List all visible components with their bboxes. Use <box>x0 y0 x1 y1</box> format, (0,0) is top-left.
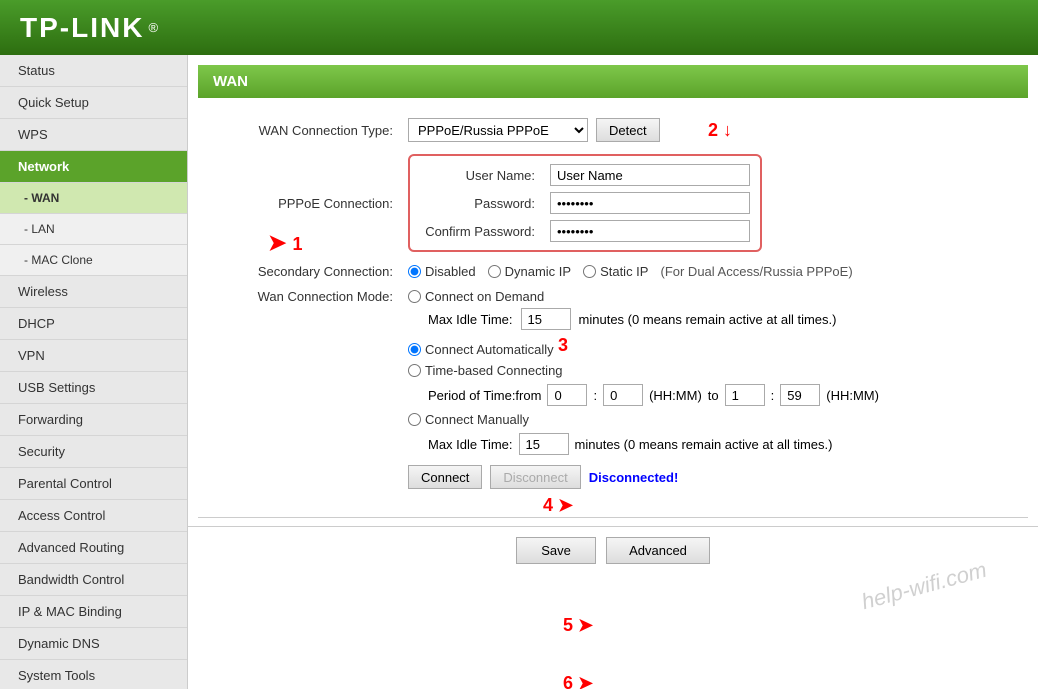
from-hh-input[interactable] <box>547 384 587 406</box>
sidebar-item-wireless[interactable]: Wireless <box>0 276 187 308</box>
connection-mode-options: Connect on Demand Max Idle Time: minutes… <box>408 289 879 489</box>
sidebar-item-security[interactable]: Security <box>0 436 187 468</box>
wan-connection-type-select[interactable]: PPPoE/Russia PPPoE <box>408 118 588 142</box>
from-mm-input[interactable] <box>603 384 643 406</box>
credentials-box: User Name: Password: Confirm Password: <box>408 154 762 252</box>
connect-disconnect-row: Connect Disconnect Disconnected! <box>408 465 879 489</box>
secondary-connection-label: Secondary Connection: <box>208 264 408 279</box>
layout: Status Quick Setup WPS Network - WAN - L… <box>0 55 1038 689</box>
connection-status: Disconnected! <box>589 470 679 485</box>
annotation-5: 5 ➤ <box>563 615 593 636</box>
username-row: User Name: <box>420 164 750 186</box>
sidebar-item-access-control[interactable]: Access Control <box>0 500 187 532</box>
sidebar-item-bandwidth-control[interactable]: Bandwidth Control <box>0 564 187 596</box>
sidebar-item-dhcp[interactable]: DHCP <box>0 308 187 340</box>
secondary-note: (For Dual Access/Russia PPPoE) <box>660 264 852 279</box>
secondary-connection-row: Secondary Connection: Disabled Dynamic I… <box>208 264 1018 279</box>
detect-button[interactable]: Detect <box>596 118 660 142</box>
max-idle-time-label-1: Max Idle Time: <box>428 312 513 327</box>
advanced-button[interactable]: Advanced <box>606 537 710 564</box>
secondary-static-ip-option[interactable]: Static IP <box>583 264 648 279</box>
sidebar-item-status[interactable]: Status <box>0 55 187 87</box>
sidebar-item-ip-mac-binding[interactable]: IP & MAC Binding <box>0 596 187 628</box>
sidebar-item-dynamic-dns[interactable]: Dynamic DNS <box>0 628 187 660</box>
wan-connection-mode-row: Wan Connection Mode: Connect on Demand M… <box>208 289 1018 489</box>
sidebar-item-forwarding[interactable]: Forwarding <box>0 404 187 436</box>
max-idle-time-input-1[interactable] <box>521 308 571 330</box>
sidebar-item-mac-clone[interactable]: - MAC Clone <box>0 245 187 276</box>
sidebar-item-advanced-routing[interactable]: Advanced Routing <box>0 532 187 564</box>
sidebar-item-lan[interactable]: - LAN <box>0 214 187 245</box>
to-hhmm-label: (HH:MM) <box>826 388 879 403</box>
sidebar-item-vpn[interactable]: VPN <box>0 340 187 372</box>
to-mm-input[interactable] <box>780 384 820 406</box>
password-input[interactable] <box>550 192 750 214</box>
bottom-bar: Save Advanced <box>188 526 1038 574</box>
sidebar: Status Quick Setup WPS Network - WAN - L… <box>0 55 188 689</box>
sidebar-item-parental-control[interactable]: Parental Control <box>0 468 187 500</box>
wan-connection-mode-label: Wan Connection Mode: <box>208 289 408 304</box>
connect-automatically-option[interactable]: Connect Automatically <box>408 342 879 357</box>
secondary-connection-options: Disabled Dynamic IP Static IP (For Dual … <box>408 264 853 279</box>
pppoe-connection-row: PPPoE Connection: User Name: Password: C… <box>208 154 1018 252</box>
max-idle-note-1: minutes (0 means remain active at all ti… <box>579 312 837 327</box>
from-hhmm-label: (HH:MM) <box>649 388 702 403</box>
time-period-row: Period of Time:from : (HH:MM) to : (HH:M… <box>408 384 879 406</box>
to-hh-input[interactable] <box>725 384 765 406</box>
main-content: WAN WAN Connection Type: PPPoE/Russia PP… <box>188 55 1038 689</box>
to-label: to <box>708 388 719 403</box>
annotation-6: 6 ➤ <box>563 673 593 689</box>
form-area: WAN Connection Type: PPPoE/Russia PPPoE … <box>188 108 1038 509</box>
tp-link-logo: TP-LINK <box>20 12 144 44</box>
max-idle-time-label-2: Max Idle Time: <box>428 437 513 452</box>
max-idle-time-row-2: Max Idle Time: minutes (0 means remain a… <box>408 433 879 455</box>
sidebar-item-network[interactable]: Network <box>0 151 187 183</box>
wan-section-title: WAN <box>198 65 1028 98</box>
secondary-disabled-option[interactable]: Disabled <box>408 264 476 279</box>
secondary-dynamic-ip-option[interactable]: Dynamic IP <box>488 264 571 279</box>
max-idle-note-2: minutes (0 means remain active at all ti… <box>575 437 833 452</box>
sidebar-item-wps[interactable]: WPS <box>0 119 187 151</box>
sidebar-item-quick-setup[interactable]: Quick Setup <box>0 87 187 119</box>
max-idle-time-row-1: Max Idle Time: minutes (0 means remain a… <box>408 308 879 330</box>
sidebar-item-system-tools[interactable]: System Tools <box>0 660 187 689</box>
max-idle-time-input-2[interactable] <box>519 433 569 455</box>
connect-on-demand-option[interactable]: Connect on Demand <box>408 289 879 304</box>
pppoe-connection-label: PPPoE Connection: <box>208 196 408 211</box>
connect-button[interactable]: Connect <box>408 465 482 489</box>
header: TP-LINK ® <box>0 0 1038 55</box>
password-row: Password: <box>420 192 750 214</box>
password-label: Password: <box>420 196 550 211</box>
divider <box>198 517 1028 518</box>
confirm-password-row: Confirm Password: <box>420 220 750 242</box>
sidebar-item-usb-settings[interactable]: USB Settings <box>0 372 187 404</box>
period-from-label: Period of Time:from <box>428 388 541 403</box>
wan-connection-type-row: WAN Connection Type: PPPoE/Russia PPPoE … <box>208 118 1018 142</box>
save-button[interactable]: Save <box>516 537 596 564</box>
confirm-password-label: Confirm Password: <box>420 224 550 239</box>
time-based-connecting-option[interactable]: Time-based Connecting <box>408 363 879 378</box>
username-label: User Name: <box>420 168 550 183</box>
username-input[interactable] <box>550 164 750 186</box>
logo-registered: ® <box>148 20 158 35</box>
disconnect-button[interactable]: Disconnect <box>490 465 580 489</box>
sidebar-item-wan[interactable]: - WAN <box>0 183 187 214</box>
connect-manually-option[interactable]: Connect Manually <box>408 412 879 427</box>
wan-connection-type-label: WAN Connection Type: <box>208 123 408 138</box>
wan-connection-type-controls: PPPoE/Russia PPPoE Detect <box>408 118 660 142</box>
confirm-password-input[interactable] <box>550 220 750 242</box>
